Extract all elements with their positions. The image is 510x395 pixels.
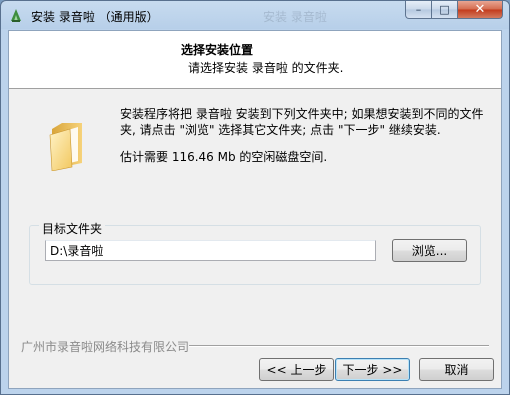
- page-title: 选择安装位置: [181, 43, 254, 57]
- background-window-title: 安装 录音啦: [263, 10, 327, 24]
- installer-page: 选择安装位置 请选择安装 录音啦 的文件夹. 安装程序将把 录音啦 安装到下列文…: [8, 30, 502, 389]
- footer-divider: [189, 345, 489, 346]
- installer-app-icon: [9, 7, 23, 23]
- close-icon: ✕: [474, 2, 486, 17]
- disk-space-required: 估计需要 116.46 Mb 的空闲磁盘空间.: [120, 150, 328, 164]
- minimize-button[interactable]: –: [405, 1, 432, 19]
- next-button[interactable]: 下一步 >>: [335, 358, 410, 381]
- title-bar[interactable]: 安装 录音啦 （通用版） 安装 录音啦 – □ ✕: [1, 1, 509, 29]
- browse-button[interactable]: 浏览...: [392, 239, 467, 262]
- destination-path-input[interactable]: [45, 240, 376, 261]
- company-name: 广州市录音啦网络科技有限公司: [21, 340, 190, 354]
- cancel-button[interactable]: 取消: [419, 358, 494, 381]
- maximize-icon: □: [439, 3, 450, 16]
- caption-buttons: – □ ✕: [405, 1, 503, 20]
- minimize-icon: –: [415, 3, 422, 16]
- install-instructions: 安装程序将把 录音啦 安装到下列文件夹中; 如果想安装到不同的文件夹, 请点击 …: [120, 107, 484, 137]
- installer-window: 安装 录音啦 （通用版） 安装 录音啦 – □ ✕ 选择安装位置 请选择安装 录…: [0, 0, 510, 395]
- window-title: 安装 录音啦 （通用版）: [31, 10, 159, 24]
- back-button[interactable]: << 上一步: [259, 358, 334, 381]
- close-button[interactable]: ✕: [458, 1, 503, 19]
- page-header: 选择安装位置 请选择安装 录音啦 的文件夹.: [9, 31, 501, 89]
- maximize-button[interactable]: □: [432, 1, 458, 19]
- folder-icon: [48, 119, 86, 172]
- destination-folder-label: 目标文件夹: [39, 220, 106, 237]
- page-subtitle: 请选择安装 录音啦 的文件夹.: [188, 61, 344, 75]
